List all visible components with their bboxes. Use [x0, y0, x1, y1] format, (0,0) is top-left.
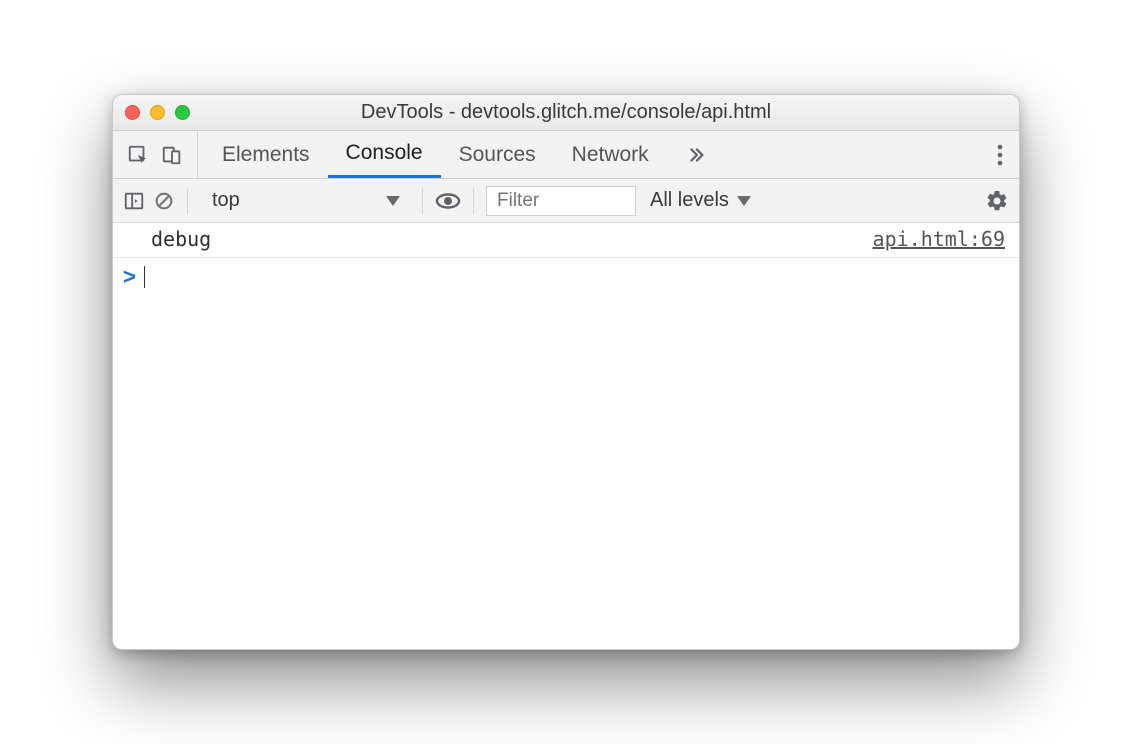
execution-context-select[interactable]: top	[200, 185, 410, 217]
minimize-window-button[interactable]	[150, 105, 165, 120]
chevrons-right-icon	[685, 144, 707, 166]
chevron-down-icon	[737, 196, 751, 206]
tab-elements[interactable]: Elements	[204, 131, 328, 178]
devtools-tabbar: Elements Console Sources Network	[113, 131, 1019, 179]
tabbar-left-tools	[113, 131, 198, 178]
console-log-entry: debug api.html:69	[113, 223, 1019, 258]
device-toolbar-icon[interactable]	[161, 144, 183, 166]
panel-tabs: Elements Console Sources Network	[198, 131, 725, 178]
console-output: debug api.html:69 >	[113, 223, 1019, 649]
filter-input[interactable]	[486, 186, 636, 216]
tab-sources[interactable]: Sources	[441, 131, 554, 178]
separator	[187, 188, 188, 214]
tab-console[interactable]: Console	[328, 131, 441, 178]
close-window-button[interactable]	[125, 105, 140, 120]
tabs-overflow-button[interactable]	[667, 131, 725, 178]
log-levels-select[interactable]: All levels	[644, 189, 757, 212]
clear-console-icon[interactable]	[153, 190, 175, 212]
console-settings-icon[interactable]	[985, 189, 1009, 213]
devtools-window: DevTools - devtools.glitch.me/console/ap…	[112, 94, 1020, 650]
more-menu-icon[interactable]	[997, 144, 1003, 166]
console-sidebar-toggle-icon[interactable]	[123, 190, 145, 212]
text-cursor	[144, 266, 146, 288]
inspect-element-icon[interactable]	[127, 144, 149, 166]
tab-network[interactable]: Network	[554, 131, 667, 178]
log-source-link[interactable]: api.html:69	[873, 227, 1005, 251]
separator	[473, 188, 474, 214]
context-label: top	[212, 189, 240, 212]
zoom-window-button[interactable]	[175, 105, 190, 120]
levels-label: All levels	[650, 189, 729, 212]
console-toolbar: top All levels	[113, 179, 1019, 223]
log-message: debug	[151, 227, 211, 251]
prompt-caret-icon: >	[123, 264, 136, 290]
tabbar-right-tools	[981, 131, 1019, 178]
console-prompt[interactable]: >	[113, 258, 1019, 296]
window-title: DevTools - devtools.glitch.me/console/ap…	[113, 101, 1019, 124]
live-expression-icon[interactable]	[435, 190, 461, 212]
traffic-lights	[125, 105, 190, 120]
window-titlebar: DevTools - devtools.glitch.me/console/ap…	[113, 95, 1019, 131]
chevron-down-icon	[386, 196, 400, 206]
separator	[422, 188, 423, 214]
